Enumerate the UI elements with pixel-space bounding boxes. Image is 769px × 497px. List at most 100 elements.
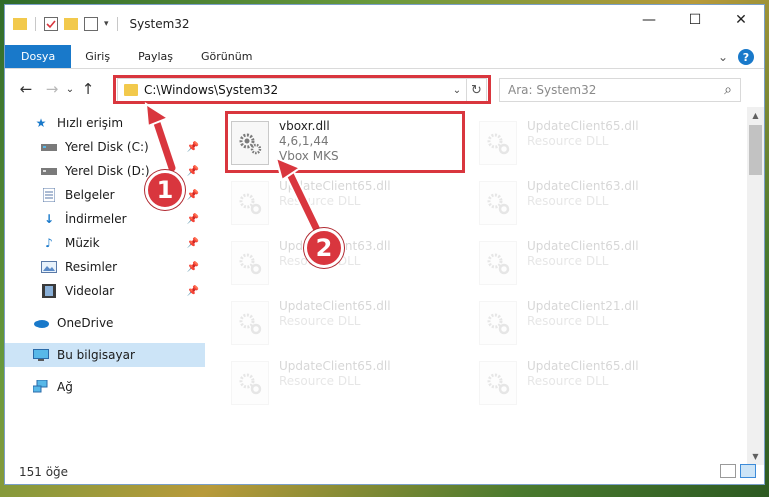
file-description: Resource DLL bbox=[279, 374, 361, 388]
divider bbox=[116, 17, 118, 31]
sidebar-item-onedrive[interactable]: OneDrive bbox=[5, 311, 205, 335]
file-tile[interactable]: UpdateClient65.dll Resource DLL bbox=[221, 295, 451, 349]
star-icon: ★ bbox=[35, 116, 47, 130]
file-tile[interactable]: UpdateClient63.dllResource DLL bbox=[469, 175, 699, 229]
window-controls: — ☐ ✕ bbox=[626, 5, 764, 35]
item-count: 151 öğe bbox=[19, 465, 69, 479]
downloads-icon: ↓ bbox=[43, 212, 55, 226]
vertical-scrollbar[interactable]: ▲ ▼ bbox=[747, 107, 764, 465]
videos-icon bbox=[41, 284, 57, 298]
sidebar-item-downloads[interactable]: ↓ İndirmeler 📌 bbox=[5, 207, 205, 231]
file-description: Resource DLL bbox=[279, 194, 361, 208]
qat-dropdown-icon[interactable]: ▾ bbox=[104, 19, 109, 29]
file-tile[interactable]: UpdateClient65.dll Resource DLL bbox=[469, 115, 699, 169]
back-button[interactable]: ← bbox=[15, 78, 37, 100]
pin-icon[interactable]: 📌 bbox=[187, 214, 199, 225]
computer-icon bbox=[33, 348, 49, 362]
tiles-view-icon[interactable] bbox=[740, 464, 756, 478]
sidebar-item-label: Bu bilgisayar bbox=[57, 348, 135, 362]
scroll-up-icon[interactable]: ▲ bbox=[747, 107, 764, 124]
maximize-button[interactable]: ☐ bbox=[672, 5, 718, 35]
tab-home[interactable]: Giriş bbox=[71, 45, 124, 68]
scrollbar-thumb[interactable] bbox=[749, 125, 762, 175]
minimize-button[interactable]: — bbox=[626, 5, 672, 35]
close-button[interactable]: ✕ bbox=[718, 5, 764, 35]
file-name: UpdateClient21.dll bbox=[527, 299, 639, 313]
sidebar-item-drive-c[interactable]: Yerel Disk (C:) 📌 bbox=[5, 135, 205, 159]
file-tile[interactable]: UpdateClient65.dll Resource DLL bbox=[221, 355, 451, 409]
sidebar-item-label: Resimler bbox=[65, 260, 118, 274]
recent-locations-button[interactable]: ⌄ bbox=[63, 78, 77, 100]
search-box[interactable]: Ara: System32 ⌕ bbox=[499, 78, 741, 102]
file-tile[interactable]: UpdateClient65.dll Resource DLL bbox=[469, 355, 699, 409]
sidebar-item-label: Ağ bbox=[57, 380, 73, 394]
quick-access-toolbar: ▾ bbox=[13, 17, 120, 31]
sidebar-item-label: Yerel Disk (D:) bbox=[65, 164, 150, 178]
sidebar-item-label: Hızlı erişim bbox=[57, 116, 124, 130]
sidebar-item-network[interactable]: Ağ bbox=[5, 375, 205, 399]
divider bbox=[35, 17, 36, 31]
address-highlight-box bbox=[113, 75, 491, 104]
tab-file[interactable]: Dosya bbox=[5, 45, 72, 68]
dll-gear-icon bbox=[479, 181, 517, 225]
ribbon-tabs: Dosya Giriş Paylaş Görünüm ⌄ ? bbox=[5, 45, 764, 69]
file-name: UpdateClient65.dll bbox=[527, 359, 639, 373]
search-icon: ⌕ bbox=[724, 82, 732, 98]
pin-icon[interactable]: 📌 bbox=[187, 238, 199, 249]
properties-icon[interactable] bbox=[44, 17, 58, 31]
pin-icon[interactable]: 📌 bbox=[187, 166, 199, 177]
sidebar-item-videos[interactable]: Videolar 📌 bbox=[5, 279, 205, 303]
sidebar-item-quick-access[interactable]: ★ Hızlı erişim bbox=[5, 111, 205, 135]
file-description: Resource DLL bbox=[527, 254, 609, 268]
music-icon: ♪ bbox=[45, 236, 53, 250]
up-button[interactable]: ↑ bbox=[77, 78, 99, 100]
cloud-icon bbox=[33, 316, 49, 330]
file-description: Resource DLL bbox=[527, 374, 609, 388]
file-tile[interactable]: UpdateClient21.dll Resource DLL bbox=[469, 295, 699, 349]
tab-share[interactable]: Paylaş bbox=[124, 45, 187, 68]
sidebar-item-pictures[interactable]: Resimler 📌 bbox=[5, 255, 205, 279]
file-tile[interactable]: UpdateClient65.dll Resource DLL bbox=[469, 235, 699, 289]
sidebar-item-this-pc[interactable]: Bu bilgisayar bbox=[5, 343, 205, 367]
status-bar: 151 öğe bbox=[5, 460, 764, 484]
pin-icon[interactable]: 📌 bbox=[187, 190, 199, 201]
file-name: UpdateClient65.dll bbox=[279, 179, 391, 193]
new-folder-icon[interactable] bbox=[64, 18, 78, 30]
customize-view-icon[interactable] bbox=[84, 17, 98, 31]
sidebar-item-music[interactable]: ♪ Müzik 📌 bbox=[5, 231, 205, 255]
pin-icon[interactable]: 📌 bbox=[187, 286, 199, 297]
dll-gear-icon bbox=[231, 181, 269, 225]
tab-view[interactable]: Görünüm bbox=[187, 45, 266, 68]
file-name: UpdateClient63.dll bbox=[527, 179, 639, 193]
view-switcher bbox=[720, 464, 756, 478]
file-tile[interactable]: UpdateClient65.dll Resource DLL bbox=[221, 175, 451, 229]
sidebar-item-label: OneDrive bbox=[57, 316, 114, 330]
file-name: UpdateClient65.dll bbox=[279, 299, 391, 313]
file-description: Resource DLL bbox=[527, 134, 609, 148]
sidebar-item-label: İndirmeler bbox=[65, 212, 127, 226]
pin-icon[interactable]: 📌 bbox=[187, 142, 199, 153]
navigation-pane: ★ Hızlı erişim Yerel Disk (C:) 📌 Yerel D… bbox=[5, 111, 205, 461]
file-name: UpdateClient65.dll bbox=[527, 239, 639, 253]
forward-button[interactable]: → bbox=[41, 78, 63, 100]
file-list: vboxr.dll 4,6,1,44 Vbox MKS UpdateClient… bbox=[221, 111, 739, 461]
callout-2: 2 bbox=[304, 228, 344, 268]
dll-gear-icon bbox=[479, 301, 517, 345]
sidebar-item-label: Müzik bbox=[65, 236, 100, 250]
help-icon[interactable]: ? bbox=[738, 49, 754, 65]
file-name: UpdateClient65.dll bbox=[279, 359, 391, 373]
network-icon bbox=[33, 380, 49, 394]
expand-ribbon-icon[interactable]: ⌄ bbox=[718, 50, 728, 64]
documents-icon bbox=[41, 188, 57, 202]
ribbon-right-controls: ⌄ ? bbox=[718, 49, 754, 65]
details-view-icon[interactable] bbox=[720, 464, 736, 478]
folder-icon bbox=[13, 18, 27, 30]
pin-icon[interactable]: 📌 bbox=[187, 262, 199, 273]
dll-gear-icon bbox=[479, 241, 517, 285]
sidebar-item-label: Belgeler bbox=[65, 188, 115, 202]
file-highlight-box bbox=[225, 111, 465, 173]
file-description: Resource DLL bbox=[279, 314, 361, 328]
search-input[interactable]: Ara: System32 bbox=[508, 83, 596, 97]
address-row: ← → ⌄ ↑ C:\Windows\System32 ⌄ ↻ Ara: Sys… bbox=[5, 72, 764, 106]
dll-gear-icon bbox=[231, 361, 269, 405]
